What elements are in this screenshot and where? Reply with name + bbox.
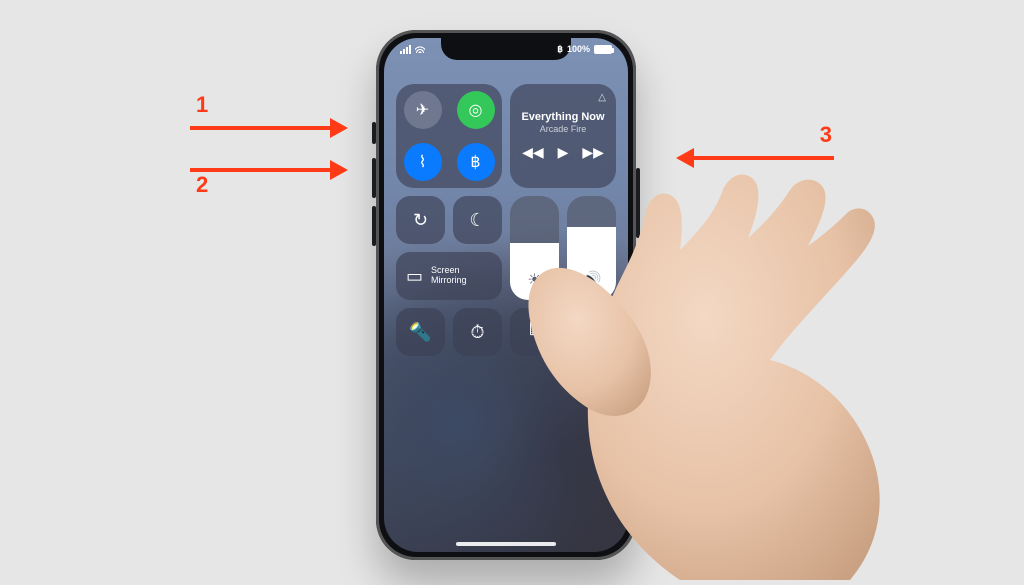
orientation-lock-toggle[interactable]: ↻ [396,196,445,244]
timer-icon: ⏱ [470,322,484,343]
bluetooth-status-icon: ฿ [557,45,563,54]
media-controls: ◀◀ ▶ ▶▶ [522,144,604,161]
screen-mirroring-icon: ▭ [406,266,423,287]
camera-icon: 📷 [580,322,602,343]
volume-down-button[interactable] [372,206,376,246]
volume-up-button[interactable] [372,158,376,198]
volume-icon: 🔊 [567,270,616,290]
home-indicator[interactable] [456,542,556,546]
battery-percent: 100% [567,44,590,54]
annotation-1: 1 [190,118,348,138]
side-power-button[interactable] [636,168,640,238]
control-center: ✈ ◎ ⌇ ฿ △ Everything Now Arcade Fire ◀◀ … [396,84,616,356]
calculator-button[interactable]: 🖩 [510,308,559,356]
status-bar: ฿ 100% [384,44,628,54]
connectivity-tile[interactable]: ✈ ◎ ⌇ ฿ [396,84,502,188]
now-playing-tile[interactable]: △ Everything Now Arcade Fire ◀◀ ▶ ▶▶ [510,84,616,188]
brightness-icon: ☀ [510,270,559,290]
brightness-slider[interactable]: ☀ [510,196,559,300]
annotation-2-number: 2 [190,172,214,198]
connectivity-grid: ✈ ◎ ⌇ ฿ [396,84,502,188]
wifi-icon: ⌇ [419,152,427,172]
bluetooth-toggle[interactable]: ฿ [457,143,495,181]
annotation-2-arrow-head [330,160,348,180]
annotation-3: 3 [676,148,834,168]
calculator-icon: 🖩 [529,317,540,347]
annotation-1-arrow-head [330,118,348,138]
timer-button[interactable]: ⏱ [453,308,502,356]
now-playing-artist: Arcade Fire [540,124,587,134]
media-play-button[interactable]: ▶ [558,144,569,161]
screen-mirroring-button[interactable]: ▭ Screen Mirroring [396,252,502,300]
status-right: ฿ 100% [557,44,612,54]
wifi-toggle[interactable]: ⌇ [404,143,442,181]
iphone-frame: ฿ 100% ✈ ◎ ⌇ ฿ △ Everything Now Arcade F… [376,30,636,560]
airplane-mode-toggle[interactable]: ✈ [404,91,442,129]
now-playing-title: Everything Now [521,111,604,123]
volume-slider[interactable]: 🔊 [567,196,616,300]
wifi-status-icon [415,45,425,53]
orientation-lock-icon: ↻ [413,210,428,231]
screen-mirroring-label: Screen Mirroring [431,266,467,286]
annotation-3-arrow-head [676,148,694,168]
status-left [400,44,425,54]
airplay-icon[interactable]: △ [598,92,606,103]
annotation-1-number: 1 [190,92,214,118]
annotation-3-arrow-line [694,156,834,160]
media-prev-button[interactable]: ◀◀ [522,144,544,161]
moon-icon: ☾ [469,210,485,231]
battery-icon [594,45,612,54]
cellular-data-toggle[interactable]: ◎ [457,91,495,129]
cellular-signal-icon [400,45,411,54]
camera-button[interactable]: 📷 [567,308,616,356]
cellular-icon: ◎ [469,100,483,120]
phone-screen: ฿ 100% ✈ ◎ ⌇ ฿ △ Everything Now Arcade F… [384,38,628,552]
flashlight-button[interactable]: 🔦 [396,308,445,356]
bluetooth-icon: ฿ [470,152,480,172]
flashlight-icon: 🔦 [409,322,431,343]
annotation-1-arrow-line [190,126,330,130]
mute-switch[interactable] [372,122,376,144]
annotation-2: 2 [190,160,348,180]
media-next-button[interactable]: ▶▶ [582,144,604,161]
do-not-disturb-toggle[interactable]: ☾ [453,196,502,244]
airplane-icon: ✈ [416,100,429,120]
annotation-3-number: 3 [814,122,838,148]
